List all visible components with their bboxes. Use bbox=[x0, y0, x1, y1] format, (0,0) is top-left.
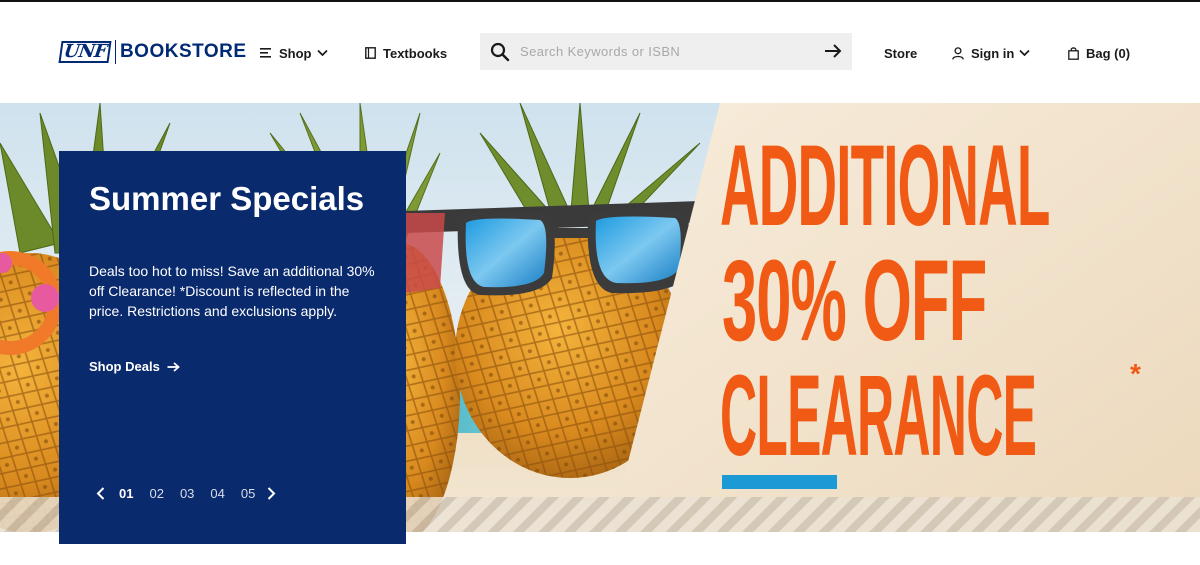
search-submit-button[interactable] bbox=[824, 43, 842, 64]
carousel-pager: 01 02 03 04 05 bbox=[96, 485, 276, 501]
logo-divider bbox=[114, 40, 116, 64]
promo-line-clearance: CLEARANCE bbox=[720, 349, 1037, 480]
nav-store-link[interactable]: Store bbox=[884, 43, 917, 63]
promo-title: Summer Specials bbox=[89, 180, 365, 217]
chevron-right-icon bbox=[268, 486, 276, 500]
list-icon bbox=[260, 47, 272, 59]
carousel-page-04[interactable]: 04 bbox=[210, 486, 224, 501]
shopping-bag-link[interactable]: Bag (0) bbox=[1068, 43, 1130, 63]
carousel-page-05[interactable]: 05 bbox=[241, 486, 255, 501]
bookstore-logo[interactable]: UNF BOOKSTORE bbox=[58, 40, 247, 64]
shop-deals-label: Shop Deals bbox=[89, 359, 160, 374]
promo-line-additional: ADDITIONAL bbox=[720, 119, 1050, 250]
carousel-page-03[interactable]: 03 bbox=[180, 486, 194, 501]
user-icon bbox=[952, 46, 964, 60]
search-input[interactable] bbox=[520, 33, 810, 70]
logo-name: BOOKSTORE bbox=[119, 41, 247, 62]
promo-card: Summer Specials Deals too hot to miss! S… bbox=[59, 151, 406, 544]
chevron-down-icon bbox=[316, 49, 328, 57]
nav-shop-menu[interactable]: Shop bbox=[260, 43, 328, 63]
search-icon bbox=[490, 42, 510, 67]
chevron-down-icon bbox=[1019, 49, 1030, 57]
chevron-left-icon bbox=[96, 486, 105, 500]
promo-line-percent-off: 30% OFF bbox=[722, 234, 987, 365]
bag-label: Bag (0) bbox=[1086, 45, 1131, 61]
shop-deals-link[interactable]: Shop Deals bbox=[89, 359, 180, 374]
promo-accent-bar bbox=[722, 475, 837, 489]
book-icon bbox=[365, 47, 376, 59]
sign-in-menu[interactable]: Sign in bbox=[952, 43, 1030, 63]
carousel-page-01[interactable]: 01 bbox=[119, 486, 133, 501]
promo-description: Deals too hot to miss! Save an additiona… bbox=[89, 263, 375, 319]
nav-textbooks-link[interactable]: Textbooks bbox=[365, 43, 447, 63]
shopping-bag-icon bbox=[1068, 46, 1079, 60]
carousel-page-02[interactable]: 02 bbox=[149, 486, 163, 501]
arrow-right-icon bbox=[167, 361, 180, 372]
carousel-next-button[interactable] bbox=[267, 486, 276, 500]
search-bar bbox=[480, 33, 852, 70]
sign-in-label: Sign in bbox=[971, 45, 1015, 61]
arrow-right-icon bbox=[825, 44, 842, 58]
nav-shop-label: Shop bbox=[279, 45, 312, 61]
logo-mark: UNF bbox=[58, 41, 112, 63]
promo-asterisk: * bbox=[1130, 358, 1141, 389]
carousel-prev-button[interactable] bbox=[96, 486, 105, 500]
nav-store-label: Store bbox=[884, 45, 918, 61]
nav-textbooks-label: Textbooks bbox=[383, 45, 448, 61]
site-header: UNF BOOKSTORE Shop Textbooks Store bbox=[0, 2, 1200, 103]
